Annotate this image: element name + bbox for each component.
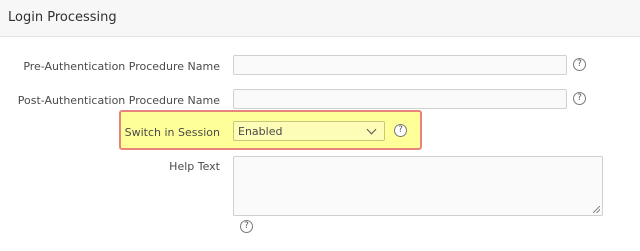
help-icon[interactable]: ? <box>573 58 586 71</box>
switch-in-session-label: Switch in Session <box>124 126 220 139</box>
select-value: Enabled <box>238 125 283 138</box>
help-icon[interactable]: ? <box>240 220 253 233</box>
post-auth-procedure-input[interactable] <box>233 89 567 109</box>
help-text-textarea[interactable] <box>233 156 603 216</box>
help-icon[interactable]: ? <box>394 124 407 137</box>
chevron-down-icon <box>366 124 377 135</box>
switch-in-session-select[interactable]: Enabled <box>233 121 385 141</box>
section-title: Login Processing <box>8 10 117 25</box>
resize-grip-icon[interactable] <box>593 206 600 213</box>
pre-auth-label: Pre-Authentication Procedure Name <box>23 60 220 73</box>
pre-auth-procedure-input[interactable] <box>233 55 567 75</box>
section-header: Login Processing <box>0 0 640 37</box>
help-icon[interactable]: ? <box>573 92 586 105</box>
help-text-label: Help Text <box>169 160 220 173</box>
post-auth-label: Post-Authentication Procedure Name <box>17 94 220 107</box>
